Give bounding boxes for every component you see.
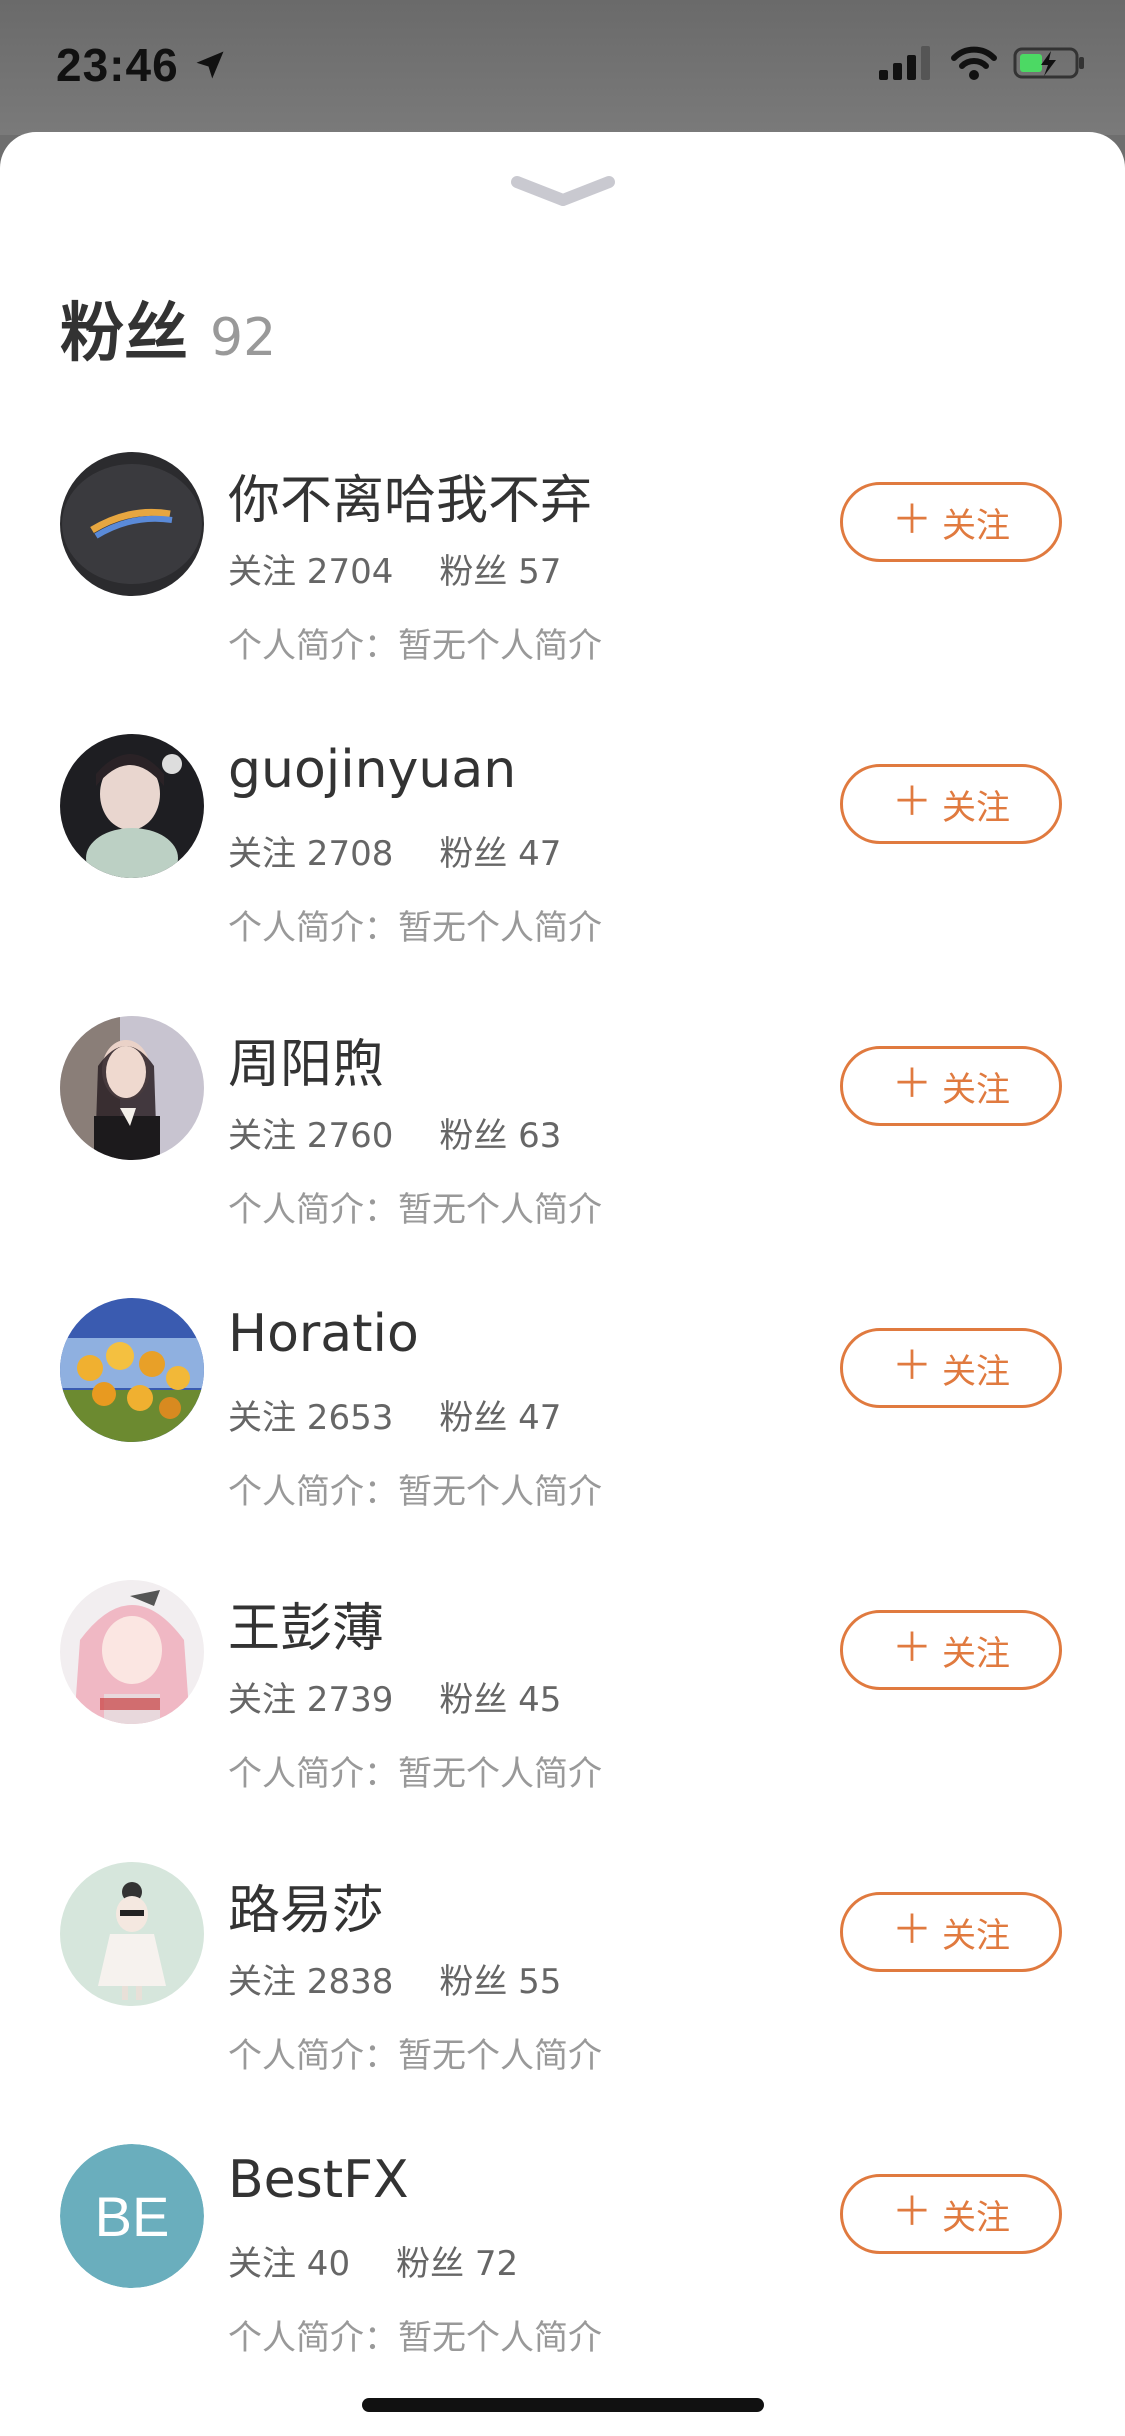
follower-stats: 关注 2838 粉丝 55 [228, 1954, 607, 2003]
followers-list: 你不离哈我不弃 关注 2704 粉丝 57 个人简介：暂无个人简介 ＋ 关注 g… [0, 452, 1125, 2426]
follower-stats: 关注 2653 粉丝 47 [228, 1390, 607, 1439]
follow-button[interactable]: ＋ 关注 [840, 1046, 1062, 1126]
follower-bio: 个人简介：暂无个人简介 [228, 2036, 602, 2076]
follower-stats: 关注 2704 粉丝 57 [228, 544, 607, 593]
list-item[interactable]: 周阳煦 关注 2760 粉丝 63 个人简介：暂无个人简介 ＋ 关注 [0, 1016, 1125, 1298]
follower-name[interactable]: 路易莎 [228, 1868, 384, 1943]
following-count: 关注 2739 [228, 1680, 394, 1720]
screen: 23:46 粉丝 92 你不离哈我不弃 关注 2704 粉丝 57 个人简介：暂… [0, 0, 1125, 2436]
following-count: 关注 2838 [228, 1962, 394, 2002]
follower-bio: 个人简介：暂无个人简介 [228, 626, 602, 666]
avatar[interactable]: BE [60, 2144, 204, 2288]
wifi-icon [951, 46, 997, 80]
follow-button[interactable]: ＋ 关注 [840, 482, 1062, 562]
plus-icon: ＋ [892, 1907, 932, 1953]
home-indicator[interactable] [362, 2398, 764, 2412]
follow-button-label: 关注 [942, 1633, 1010, 1674]
follow-button-label: 关注 [942, 505, 1010, 546]
follower-name[interactable]: Horatio [228, 1304, 419, 1364]
fans-count: 粉丝 45 [439, 1680, 562, 1720]
follow-button[interactable]: ＋ 关注 [840, 1892, 1062, 1972]
fans-count: 粉丝 63 [439, 1116, 562, 1156]
list-item[interactable]: 你不离哈我不弃 关注 2704 粉丝 57 个人简介：暂无个人简介 ＋ 关注 [0, 452, 1125, 734]
follower-bio: 个人简介：暂无个人简介 [228, 1472, 602, 1512]
list-item[interactable]: 王彭薄 关注 2739 粉丝 45 个人简介：暂无个人简介 ＋ 关注 [0, 1580, 1125, 1862]
signal-icon [879, 46, 930, 80]
list-item[interactable]: 路易莎 关注 2838 粉丝 55 个人简介：暂无个人简介 ＋ 关注 [0, 1862, 1125, 2144]
follow-button-label: 关注 [942, 1351, 1010, 1392]
follow-button[interactable]: ＋ 关注 [840, 1610, 1062, 1690]
following-count: 关注 2760 [228, 1116, 394, 1156]
avatar[interactable] [60, 1580, 204, 1724]
follow-button-label: 关注 [942, 1069, 1010, 1110]
fans-count: 粉丝 57 [439, 552, 562, 592]
follow-button[interactable]: ＋ 关注 [840, 2174, 1062, 2254]
following-count: 关注 2653 [228, 1398, 394, 1438]
follower-name[interactable]: 你不离哈我不弃 [228, 458, 592, 533]
fans-count: 粉丝 72 [396, 2244, 519, 2284]
battery-charging-icon [1013, 47, 1084, 79]
plus-icon: ＋ [892, 497, 932, 543]
page-title: 粉丝 [60, 297, 188, 371]
plus-icon: ＋ [892, 1061, 932, 1107]
follow-button[interactable]: ＋ 关注 [840, 764, 1062, 844]
list-item[interactable]: BE BestFX 关注 40 粉丝 72 个人简介：暂无个人简介 ＋ 关注 [0, 2144, 1125, 2426]
follower-bio: 个人简介：暂无个人简介 [228, 908, 602, 948]
follower-bio: 个人简介：暂无个人简介 [228, 1190, 602, 1230]
follow-button-label: 关注 [942, 1915, 1010, 1956]
following-count: 关注 2704 [228, 552, 394, 592]
follower-stats: 关注 2708 粉丝 47 [228, 826, 607, 875]
avatar-initials: BE [60, 2144, 204, 2288]
follower-name[interactable]: BestFX [228, 2150, 409, 2210]
plus-icon: ＋ [892, 1625, 932, 1671]
follower-name[interactable]: guojinyuan [228, 740, 516, 800]
follower-stats: 关注 2760 粉丝 63 [228, 1108, 607, 1157]
plus-icon: ＋ [892, 1343, 932, 1389]
follower-bio: 个人简介：暂无个人简介 [228, 1754, 602, 1794]
avatar[interactable] [60, 452, 204, 596]
follow-button-label: 关注 [942, 2197, 1010, 2238]
plus-icon: ＋ [892, 779, 932, 825]
fans-count: 粉丝 47 [439, 1398, 562, 1438]
avatar[interactable] [60, 1862, 204, 2006]
follow-button[interactable]: ＋ 关注 [840, 1328, 1062, 1408]
plus-icon: ＋ [892, 2189, 932, 2235]
fans-count: 粉丝 47 [439, 834, 562, 874]
chevron-down-icon[interactable] [509, 172, 617, 212]
avatar[interactable] [60, 734, 204, 878]
follower-stats: 关注 40 粉丝 72 [228, 2236, 564, 2285]
follower-stats: 关注 2739 粉丝 45 [228, 1672, 607, 1721]
list-item[interactable]: Horatio 关注 2653 粉丝 47 个人简介：暂无个人简介 ＋ 关注 [0, 1298, 1125, 1580]
follow-button-label: 关注 [942, 787, 1010, 828]
followers-sheet: 粉丝 92 你不离哈我不弃 关注 2704 粉丝 57 个人简介：暂无个人简介 … [0, 132, 1125, 2436]
status-icons [879, 46, 1085, 80]
status-time: 23:46 [56, 39, 179, 91]
fans-count: 粉丝 55 [439, 1962, 562, 2002]
location-arrow-icon [196, 51, 224, 79]
follower-bio: 个人简介：暂无个人简介 [228, 2318, 602, 2358]
avatar[interactable] [60, 1298, 204, 1442]
sheet-header: 粉丝 92 [60, 282, 276, 374]
following-count: 关注 2708 [228, 834, 394, 874]
followers-count: 92 [210, 308, 277, 368]
list-item[interactable]: guojinyuan 关注 2708 粉丝 47 个人简介：暂无个人简介 ＋ 关注 [0, 734, 1125, 1016]
following-count: 关注 40 [228, 2244, 351, 2284]
follower-name[interactable]: 周阳煦 [228, 1022, 384, 1097]
follower-name[interactable]: 王彭薄 [228, 1586, 384, 1661]
avatar[interactable] [60, 1016, 204, 1160]
status-bar: 23:46 [0, 0, 1125, 135]
